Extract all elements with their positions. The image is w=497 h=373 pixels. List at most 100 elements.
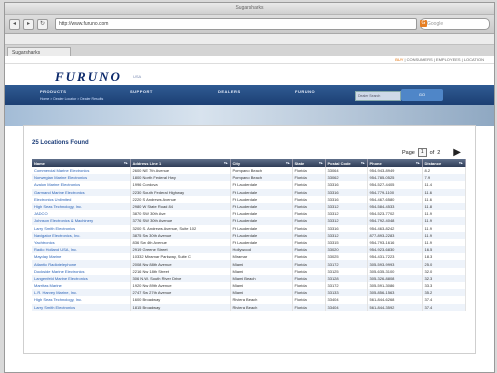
table-row[interactable]: Garmand Marine Electronics 2230 South Fed… [32,188,466,196]
reload-button[interactable]: ↻ [37,18,48,30]
next-page-icon[interactable]: ▶ [453,147,461,157]
table-row[interactable]: Marritas Marine 1920 Nw 89th Avenue Miami F… [32,282,466,290]
dealer-name-link[interactable]: Radio Holland USA, Inc. [32,246,131,254]
table-cell: Ft Lauderdale [230,238,293,247]
table-cell: 11.9 [422,217,466,225]
dealer-name-link[interactable]: Commercial Marine Electronics [32,167,131,175]
dealer-name-link[interactable]: Marritas Marine [32,282,131,290]
column-header-label: Phone [369,160,382,166]
column-header-label: Distance [424,160,442,166]
sort-icon[interactable]: ▾▴ [124,161,128,165]
buy-link[interactable]: BUY [395,57,403,62]
nav-dealers[interactable]: DEALERS [218,89,241,94]
nav-support[interactable]: SUPPORT [130,89,153,94]
table-row[interactable]: Norwegian Marine Electronics 1800 North F… [32,174,466,182]
table-row[interactable]: JADCO 3870 SW 30th Ave Ft Lauderdale Florid… [32,210,466,218]
table-cell: Pompano Beach [230,167,293,175]
table-row[interactable]: High Seas Technology, Inc. 2980 W State R… [32,202,466,211]
dealer-name-link[interactable]: Dockside Marine Electronics [32,267,131,275]
dealer-name-link[interactable]: Larry Smith Electronics [32,224,131,232]
dealer-name-link[interactable]: Norwegian Marine Electronics [32,174,131,182]
table-row[interactable]: Langenfeld Marine Electronics 306 N.W. So… [32,274,466,282]
nav-furuno[interactable]: FURUNO [295,89,315,94]
dealer-name-link[interactable]: JADCO [32,210,131,218]
table-cell: Florida [292,217,326,225]
table-row[interactable]: Navigator Electronics, Inc. 3875 Sw 30th … [32,231,466,239]
table-row[interactable]: Larry Smith Electronics 3200 S. Andrews A… [32,224,466,232]
table-cell: Ft Lauderdale [230,231,293,239]
dealer-name-link[interactable]: L.R. Harvey Marine, Inc. [32,289,131,297]
sort-icon[interactable]: ▾▴ [459,161,463,165]
table-row[interactable]: Avalon Marine Electronics 1996 Cordova Ft … [32,181,466,189]
table-cell: 11.4 [422,181,466,189]
table-cell: Florida [292,267,326,275]
table-row[interactable]: Mayday Marine 10332 Miramar Parkway, Suit… [32,253,466,261]
column-header[interactable]: Postal Code ▾▴ [325,159,368,167]
column-header[interactable]: Phone ▾▴ [367,159,423,167]
table-row[interactable]: Johnson Electronics & Machinery 3776 SW 3… [32,217,466,225]
table-row[interactable]: Larry Smith Electronics 1815 Broadway Rivi… [32,303,466,311]
table-row[interactable]: Yachtronics 836 Sw 4th Avenue Ft Lauderdal… [32,238,466,247]
column-header-label: Name [34,160,45,166]
table-cell: Miami Beach [230,274,293,282]
table-row[interactable]: Commercial Marine Electronics 2600 NE 7th… [32,167,466,175]
table-cell: Pompano Beach [230,174,293,182]
column-header[interactable]: Address Line 1 ▾▴ [130,159,231,167]
address-bar[interactable]: http://www.furuno.com [55,18,417,30]
table-cell: 37.4 [422,296,466,304]
site-search-input[interactable]: Dealer Search [355,91,401,101]
bookmarks-bar [5,34,494,45]
sort-icon[interactable]: ▾▴ [361,161,365,165]
dealer-name-link[interactable]: Electronics Unlimited [32,195,131,203]
table-cell: Florida [292,181,326,189]
column-header[interactable]: Distance ▾▴ [422,159,466,167]
column-header[interactable]: Name ▾▴ [32,159,131,167]
table-cell: 954-923-6830 [367,246,423,254]
table-row[interactable]: L.R. Harvey Marine, Inc. 2747 Sw 27th Ave… [32,289,466,297]
page-select[interactable]: 1 [417,148,427,157]
sort-icon[interactable]: ▾▴ [286,161,290,165]
dealer-name-link[interactable]: Atlantic Radiotelephone [32,260,131,268]
table-cell: Florida [292,167,326,175]
table-cell: 2008 Nw 88th Avenue [130,260,231,268]
dealer-name-link[interactable]: Mayday Marine [32,253,131,261]
dealer-name-link[interactable]: Navigator Electronics, Inc. [32,231,131,239]
furuno-logo[interactable]: FURUNO [55,69,122,85]
table-row[interactable]: Atlantic Radiotelephone 2008 Nw 88th Aven… [32,260,466,268]
table-row[interactable]: Dockside Marine Electronics 2216 Nw 18th … [32,267,466,275]
back-button[interactable]: ◂ [9,18,20,30]
dealer-name-link[interactable]: Johnson Electronics & Machinery [32,217,131,225]
dealer-name-link[interactable]: Larry Smith Electronics [32,303,131,311]
sort-icon[interactable]: ▾▴ [416,161,420,165]
utility-links[interactable]: BUY | CONSUMERS | EMPLOYEES | LOCATION [395,56,484,63]
column-header[interactable]: City ▾▴ [230,159,293,167]
table-cell: Hollywood [230,246,293,254]
sort-icon[interactable]: ▾▴ [319,161,323,165]
dealer-name-link[interactable]: High Seas Technology, Inc. [32,296,131,304]
table-cell: 33316 [325,195,368,203]
dealer-name-link[interactable]: Langenfeld Marine Electronics [32,274,131,282]
sort-icon[interactable]: ▾▴ [224,161,228,165]
table-cell: 2980 W State Road 84 [130,202,231,211]
dealer-name-link[interactable]: High Seas Technology, Inc. [32,202,131,211]
forward-button[interactable]: ▸ [23,18,34,30]
table-cell: 10332 Miramar Parkway, Suite C [130,253,231,261]
column-header[interactable]: State ▾▴ [292,159,326,167]
dealer-name-link[interactable]: Avalon Marine Electronics [32,181,131,189]
nav-products[interactable]: PRODUCTS [40,89,66,94]
table-cell: 33020 [325,246,368,254]
browser-search-field[interactable]: G Google [420,18,490,30]
dealer-name-link[interactable]: Yachtronics [32,238,131,247]
utility-links-text[interactable]: | CONSUMERS | EMPLOYEES | LOCATION [404,57,484,62]
dealer-name-link[interactable]: Garmand Marine Electronics [32,188,131,196]
table-cell: 33316 [325,188,368,196]
table-cell: Ft Lauderdale [230,217,293,225]
table-row[interactable]: High Seas Technology, Inc. 1600 Broadway R… [32,296,466,304]
table-cell: Florida [292,253,326,261]
table-row[interactable]: Radio Holland USA, Inc. 2919 Greene Stree… [32,246,466,254]
table-cell: 1996 Cordova [130,181,231,189]
site-search-button[interactable]: GO [401,89,443,101]
table-cell: Florida [292,231,326,239]
page-total: 2 [437,149,441,156]
table-row[interactable]: Electronics Unlimited 2220 S Andrews Aven… [32,195,466,203]
